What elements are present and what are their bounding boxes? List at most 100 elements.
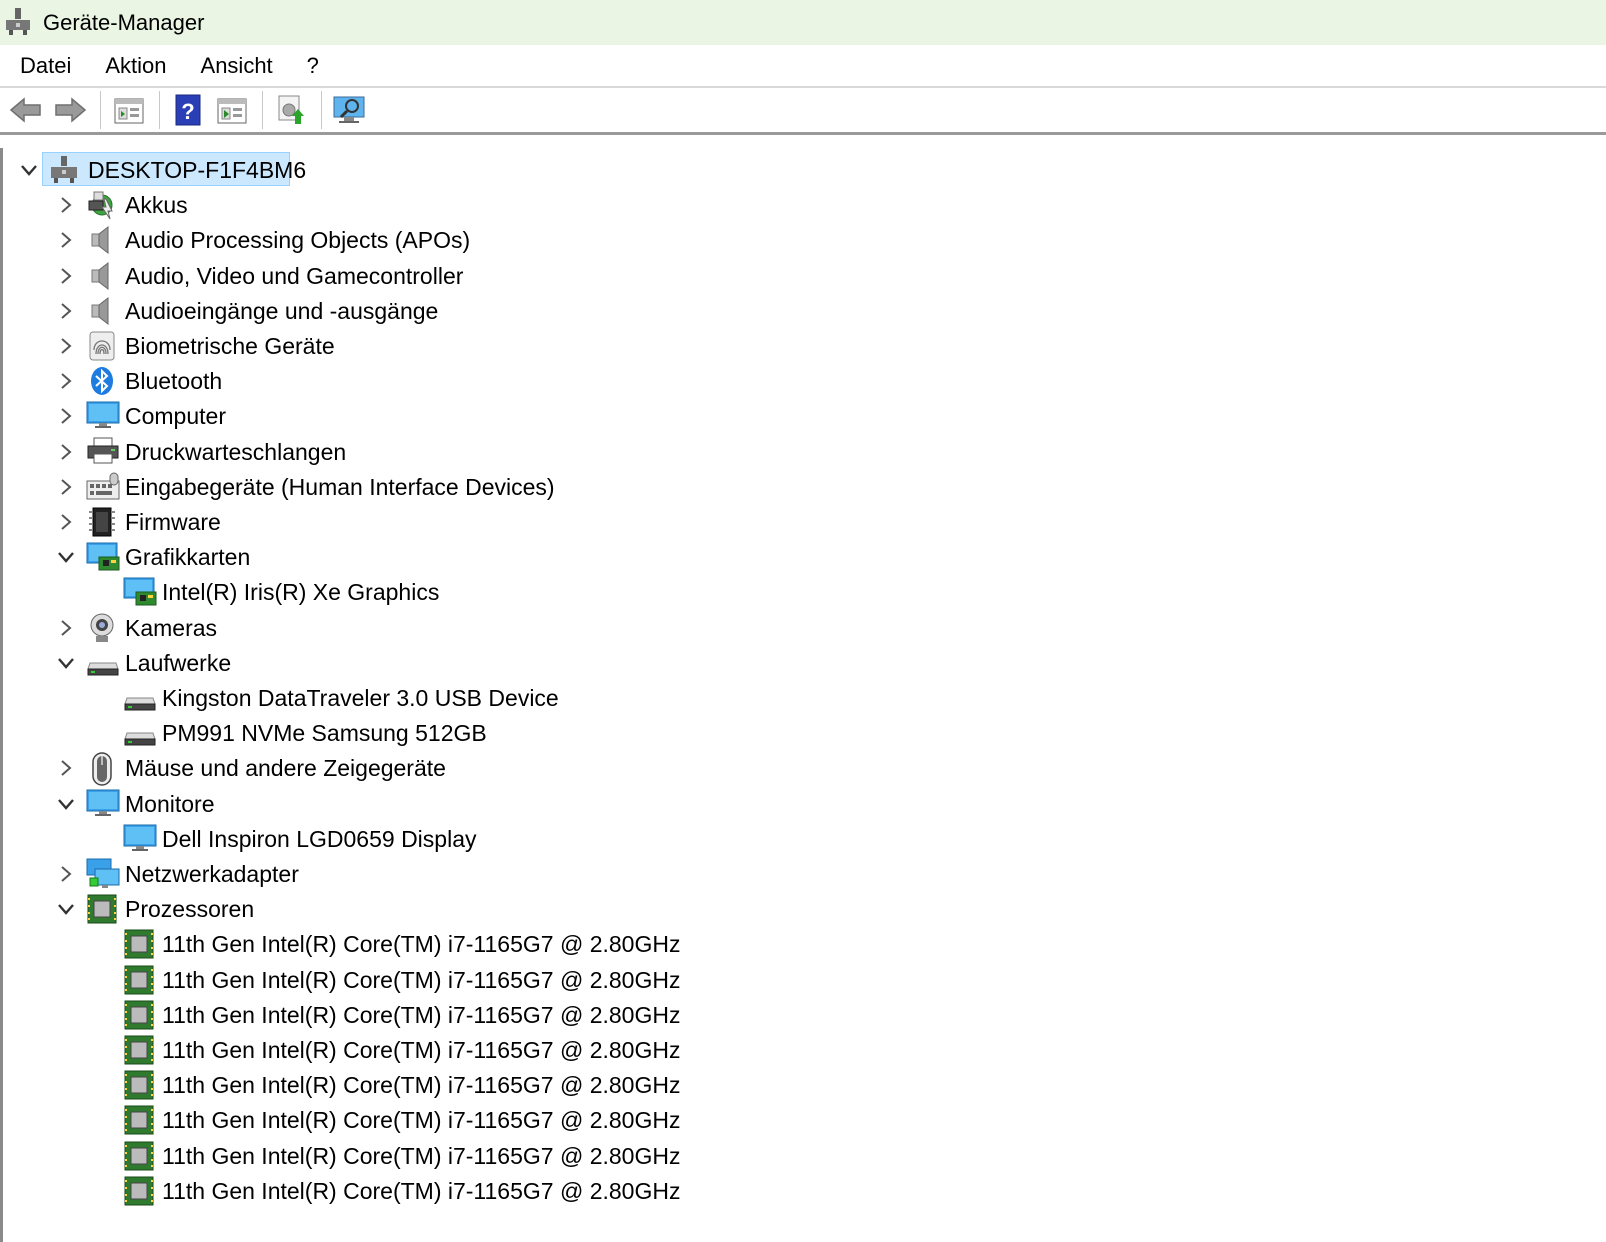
tree-category-bluetooth[interactable]: Bluetooth: [3, 364, 1563, 399]
menu-ansicht[interactable]: Ansicht: [187, 44, 287, 87]
tree-item-label: Mäuse und andere Zeigegeräte: [125, 755, 446, 782]
tree-item-label: 11th Gen Intel(R) Core(TM) i7-1165G7 @ 2…: [162, 1037, 681, 1063]
processor-icon: [123, 999, 155, 1031]
chevron-right-icon[interactable]: [56, 230, 76, 250]
tree-device[interactable]: 11th Gen Intel(R) Core(TM) i7-1165G7 @ 2…: [3, 927, 1563, 962]
keyboard-icon: [86, 471, 120, 503]
tree-item-label: Computer: [125, 403, 226, 430]
chevron-right-icon[interactable]: [56, 266, 76, 286]
tree-category-kameras[interactable]: Kameras: [3, 611, 1563, 646]
tree-item-label: Dell Inspiron LGD0659 Display: [162, 825, 477, 852]
chevron-right-icon[interactable]: [56, 301, 76, 321]
tree-category-audio-processing-objects-apos[interactable]: Audio Processing Objects (APOs): [3, 223, 1563, 258]
chevron-right-icon[interactable]: [56, 195, 76, 215]
help-button[interactable]: ?: [168, 90, 208, 130]
scan-hardware-button[interactable]: [330, 90, 370, 130]
printer-icon: [86, 436, 119, 468]
properties-icon: [114, 98, 144, 124]
tree-category-akkus[interactable]: Akkus: [3, 188, 1563, 223]
monitor-icon: [123, 823, 157, 855]
tree-item-label: Firmware: [125, 509, 221, 535]
tree-item-label: Kingston DataTraveler 3.0 USB Device: [162, 685, 559, 711]
speaker-icon: [86, 224, 118, 256]
chevron-down-icon[interactable]: [56, 899, 76, 919]
chevron-right-icon[interactable]: [56, 442, 76, 462]
tree-category-firmware[interactable]: Firmware: [3, 505, 1563, 540]
computer-root-icon: [49, 154, 81, 186]
update-driver-button[interactable]: [271, 90, 311, 130]
device-tree[interactable]: DESKTOP-F1F4BM6 Akkus Audio Processing Obj…: [0, 148, 1568, 1242]
chevron-down-icon[interactable]: [56, 794, 76, 814]
toolbar-separator: [159, 91, 160, 129]
processor-icon: [123, 1069, 155, 1101]
tree-device[interactable]: 11th Gen Intel(R) Core(TM) i7-1165G7 @ 2…: [3, 963, 1563, 998]
chevron-down-icon[interactable]: [56, 653, 76, 673]
help-icon: ?: [175, 94, 201, 126]
forward-button[interactable]: [50, 90, 90, 130]
processor-icon: [123, 928, 155, 960]
show-hide-console-button[interactable]: [109, 90, 149, 130]
chevron-down-icon[interactable]: [19, 160, 39, 180]
drive-icon: [123, 682, 156, 714]
tree-item-label: Grafikkarten: [125, 544, 251, 571]
tree-category-m-use-und-andere-zeigeger-te[interactable]: Mäuse und andere Zeigegeräte: [3, 751, 1563, 787]
tree-device[interactable]: PM991 NVMe Samsung 512GB: [3, 716, 1563, 751]
toolbar: ?: [0, 88, 1606, 135]
chevron-right-icon[interactable]: [56, 618, 76, 638]
chevron-right-icon[interactable]: [56, 371, 76, 391]
menu-aktion[interactable]: Aktion: [91, 44, 180, 87]
chevron-right-icon[interactable]: [56, 336, 76, 356]
tree-device[interactable]: Dell Inspiron LGD0659 Display: [3, 822, 1563, 857]
processor-icon: [123, 964, 155, 996]
tree-item-label: Monitore: [125, 790, 215, 817]
computer-name-label: DESKTOP-F1F4BM6: [88, 157, 307, 183]
tree-item-label: Audio Processing Objects (APOs): [125, 227, 471, 254]
menu-datei[interactable]: Datei: [6, 44, 85, 87]
chevron-down-icon[interactable]: [56, 547, 76, 567]
tree-category-computer[interactable]: Computer: [3, 399, 1563, 434]
processor-icon: [123, 1175, 155, 1207]
tree-item-label: Audioeingänge und -ausgänge: [125, 297, 439, 324]
tree-device[interactable]: 11th Gen Intel(R) Core(TM) i7-1165G7 @ 2…: [3, 1103, 1563, 1138]
run-icon: [217, 98, 247, 124]
back-button[interactable]: [6, 90, 46, 130]
tree-item-label: 11th Gen Intel(R) Core(TM) i7-1165G7 @ 2…: [162, 966, 681, 993]
tree-category-biometrische-ger-te[interactable]: Biometrische Geräte: [3, 329, 1563, 364]
chevron-right-icon[interactable]: [56, 512, 76, 532]
tree-category-audioeing-nge-und-ausg-nge[interactable]: Audioeingänge und -ausgänge: [3, 294, 1563, 329]
chevron-right-icon[interactable]: [56, 758, 76, 778]
action-pane-button[interactable]: [212, 90, 252, 130]
processor-icon: [123, 1034, 155, 1066]
display-adapter-icon: [86, 541, 120, 573]
tree-item-label: Eingabegeräte (Human Interface Devices): [125, 473, 555, 500]
tree-category-laufwerke[interactable]: Laufwerke: [3, 646, 1563, 681]
tree-device[interactable]: 11th Gen Intel(R) Core(TM) i7-1165G7 @ 2…: [3, 998, 1563, 1033]
bluetooth-icon: [86, 365, 118, 397]
network-icon: [86, 858, 120, 890]
tree-root[interactable]: DESKTOP-F1F4BM6: [3, 153, 1563, 188]
tree-device[interactable]: Kingston DataTraveler 3.0 USB Device: [3, 681, 1563, 716]
monitor-icon: [86, 788, 120, 820]
chevron-right-icon[interactable]: [56, 477, 76, 497]
tree-category-eingabeger-te-human-interface-devices[interactable]: Eingabegeräte (Human Interface Devices): [3, 470, 1563, 505]
tree-device[interactable]: 11th Gen Intel(R) Core(TM) i7-1165G7 @ 2…: [3, 1068, 1563, 1103]
tree-device[interactable]: 11th Gen Intel(R) Core(TM) i7-1165G7 @ 2…: [3, 1139, 1563, 1174]
tree-category-monitore[interactable]: Monitore: [3, 787, 1563, 822]
tree-item-label: Intel(R) Iris(R) Xe Graphics: [162, 579, 440, 606]
chevron-right-icon[interactable]: [56, 406, 76, 426]
tree-category-druckwarteschlangen[interactable]: Druckwarteschlangen: [3, 435, 1563, 470]
drive-icon: [123, 717, 156, 749]
vertical-scrollbar[interactable]: [1568, 148, 1606, 1242]
tree-device[interactable]: 11th Gen Intel(R) Core(TM) i7-1165G7 @ 2…: [3, 1033, 1563, 1068]
tree-category-netzwerkadapter[interactable]: Netzwerkadapter: [3, 857, 1563, 892]
tree-device[interactable]: 11th Gen Intel(R) Core(TM) i7-1165G7 @ 2…: [3, 1174, 1563, 1209]
tree-device[interactable]: Intel(R) Iris(R) Xe Graphics: [3, 575, 1563, 610]
chevron-right-icon[interactable]: [56, 864, 76, 884]
tree-category-grafikkarten[interactable]: Grafikkarten: [3, 540, 1563, 575]
menu-help[interactable]: ?: [293, 44, 333, 87]
tree-category-prozessoren[interactable]: Prozessoren: [3, 892, 1563, 927]
tree-category-audio-video-und-gamecontroller[interactable]: Audio, Video und Gamecontroller: [3, 259, 1563, 294]
svg-text:?: ?: [181, 99, 194, 124]
forward-arrow-icon: [55, 97, 87, 123]
tree-item-label: 11th Gen Intel(R) Core(TM) i7-1165G7 @ 2…: [162, 1142, 681, 1169]
